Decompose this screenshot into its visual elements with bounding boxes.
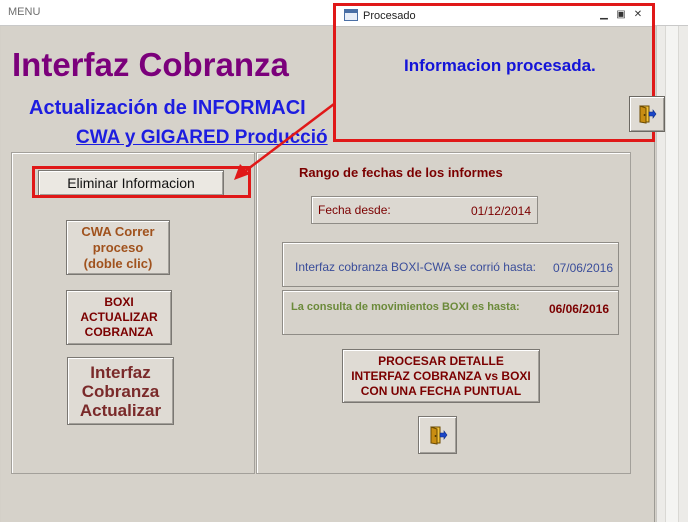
close-icon[interactable]: ✕ bbox=[632, 9, 644, 20]
door-exit-icon bbox=[637, 104, 657, 124]
form-window-icon bbox=[344, 9, 358, 21]
dialog-message: Informacion procesada. bbox=[404, 56, 596, 75]
restore-icon[interactable]: ▣ bbox=[615, 9, 627, 20]
dialog-title: Procesado bbox=[363, 10, 416, 22]
dialog-exit-button[interactable] bbox=[629, 96, 665, 132]
procesado-dialog: Procesado ▁ ▣ ✕ Informacion procesada. bbox=[333, 3, 665, 142]
minimize-icon[interactable]: ▁ bbox=[598, 9, 610, 20]
dialog-titlebar[interactable]: Procesado ▁ ▣ ✕ bbox=[336, 6, 652, 27]
